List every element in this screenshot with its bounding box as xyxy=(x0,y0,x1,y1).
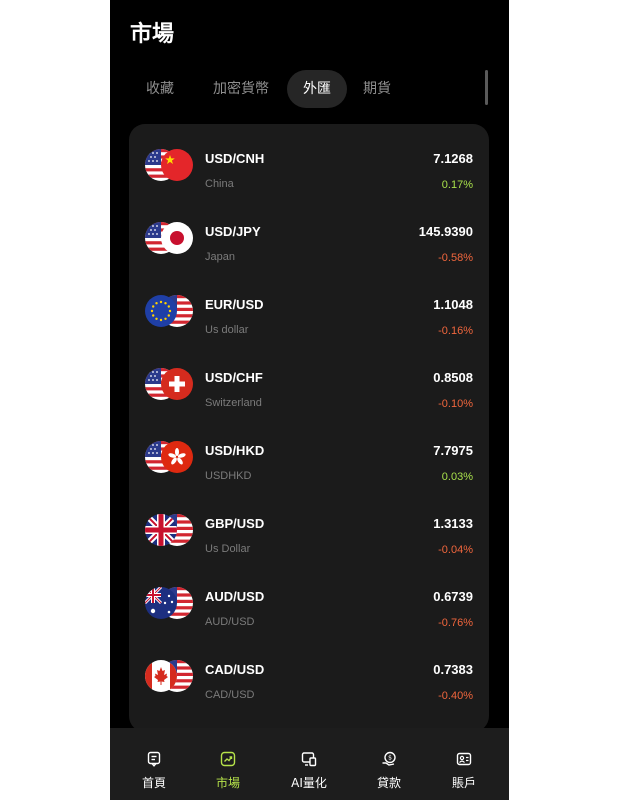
pair-name: Us dollar xyxy=(205,324,249,336)
market-list: USD/CNH China 7.1268 0.17% USD/JPY Japan… xyxy=(129,124,489,732)
account-icon xyxy=(456,752,472,766)
nav-ai-quant[interactable]: AI量化 xyxy=(269,728,349,800)
app-screen: 市場 收藏 加密貨幣 外匯 期貨 USD/CNH China 7.1268 0.… xyxy=(110,0,509,800)
pair-symbol: USD/HKD xyxy=(205,443,265,458)
flag-ch-icon xyxy=(161,368,193,400)
pair-change: 0.17% xyxy=(441,179,473,191)
nav-label: 市場 xyxy=(215,776,240,790)
pair-name: CAD/USD xyxy=(205,689,255,701)
chart-trend-icon xyxy=(220,751,236,767)
pair-change: -0.58% xyxy=(438,252,473,264)
svg-text:$: $ xyxy=(388,755,392,762)
pair-price: 7.7975 xyxy=(433,443,473,458)
market-row-usd-hkd[interactable]: USD/HKD USDHKD 7.7975 0.03% xyxy=(129,416,489,489)
bottom-nav: 首頁 市場 AI量化 $ 貸款 賬戶 xyxy=(110,728,509,800)
nav-label: AI量化 xyxy=(291,776,327,790)
currency-pair-flags xyxy=(145,514,193,546)
pair-change: -0.16% xyxy=(438,325,473,337)
currency-pair-flags xyxy=(145,149,193,181)
market-row-aud-usd[interactable]: AUD/USD AUD/USD 0.6739 -0.76% xyxy=(129,562,489,635)
pair-symbol: USD/CHF xyxy=(205,370,263,385)
pair-change: -0.04% xyxy=(438,544,473,556)
market-row-usd-cnh[interactable]: USD/CNH China 7.1268 0.17% xyxy=(129,124,489,197)
pair-price: 0.6739 xyxy=(433,589,473,604)
pair-price: 0.8508 xyxy=(433,370,473,385)
flag-hk-icon xyxy=(161,441,193,473)
market-row-cad-usd[interactable]: CAD/USD CAD/USD 0.7383 -0.40% xyxy=(129,635,489,708)
ai-quant-icon xyxy=(301,752,317,767)
pair-symbol: GBP/USD xyxy=(205,516,265,531)
pair-symbol: CAD/USD xyxy=(205,662,265,677)
pair-change: -0.40% xyxy=(438,690,473,702)
nav-label: 首頁 xyxy=(141,776,166,790)
pair-symbol: EUR/USD xyxy=(205,297,264,312)
pair-name: USDHKD xyxy=(205,470,252,482)
pair-symbol: USD/CNH xyxy=(205,151,265,166)
currency-pair-flags xyxy=(145,587,193,619)
tab-crypto[interactable]: 加密貨幣 xyxy=(196,70,286,108)
pair-name: Japan xyxy=(205,251,235,263)
nav-loan[interactable]: $ 貸款 xyxy=(349,728,429,800)
loan-icon: $ xyxy=(382,751,396,766)
currency-pair-flags xyxy=(145,368,193,400)
currency-pair-flags xyxy=(145,222,193,254)
market-row-usd-jpy[interactable]: USD/JPY Japan 145.9390 -0.58% xyxy=(129,197,489,270)
pair-price: 0.7383 xyxy=(433,662,473,677)
market-tabs: 收藏 加密貨幣 外匯 期貨 xyxy=(130,70,490,108)
currency-pair-flags xyxy=(145,660,193,692)
page-title: 市場 xyxy=(130,22,175,47)
market-row-usd-chf[interactable]: USD/CHF Switzerland 0.8508 -0.10% xyxy=(129,343,489,416)
pair-change: 0.03% xyxy=(441,471,473,483)
pair-price: 1.3133 xyxy=(433,516,473,531)
tab-forex[interactable]: 外匯 xyxy=(287,70,347,108)
pair-symbol: USD/JPY xyxy=(205,224,261,239)
tab-futures[interactable]: 期貨 xyxy=(349,70,405,108)
flag-cn-icon xyxy=(161,149,193,181)
nav-label: 賬戶 xyxy=(451,776,476,790)
tab-favorites[interactable]: 收藏 xyxy=(130,70,190,108)
flag-ca-icon xyxy=(145,660,177,692)
home-icon xyxy=(147,751,161,767)
pair-change: -0.10% xyxy=(438,398,473,410)
pair-name: AUD/USD xyxy=(205,616,255,628)
flag-au-icon xyxy=(145,587,177,619)
pair-price: 145.9390 xyxy=(418,224,473,239)
flag-jp-icon xyxy=(161,222,193,254)
pair-name: Us Dollar xyxy=(205,543,251,555)
nav-market[interactable]: 市場 xyxy=(188,728,268,800)
pair-symbol: AUD/USD xyxy=(205,589,265,604)
currency-pair-flags xyxy=(145,441,193,473)
nav-account[interactable]: 賬戶 xyxy=(424,728,504,800)
market-row-eur-usd[interactable]: EUR/USD Us dollar 1.1048 -0.16% xyxy=(129,270,489,343)
flag-gb-icon xyxy=(145,514,177,546)
market-row-gbp-usd[interactable]: GBP/USD Us Dollar 1.3133 -0.04% xyxy=(129,489,489,562)
pair-name: Switzerland xyxy=(205,397,262,409)
nav-home[interactable]: 首頁 xyxy=(114,728,194,800)
pair-change: -0.76% xyxy=(438,617,473,629)
nav-label: 貸款 xyxy=(376,776,401,790)
currency-pair-flags xyxy=(145,295,193,327)
pair-name: China xyxy=(205,178,234,190)
flag-eu-icon xyxy=(145,295,177,327)
pair-price: 1.1048 xyxy=(433,297,473,312)
pair-price: 7.1268 xyxy=(433,151,473,166)
tabs-scrollbar[interactable] xyxy=(485,70,488,105)
